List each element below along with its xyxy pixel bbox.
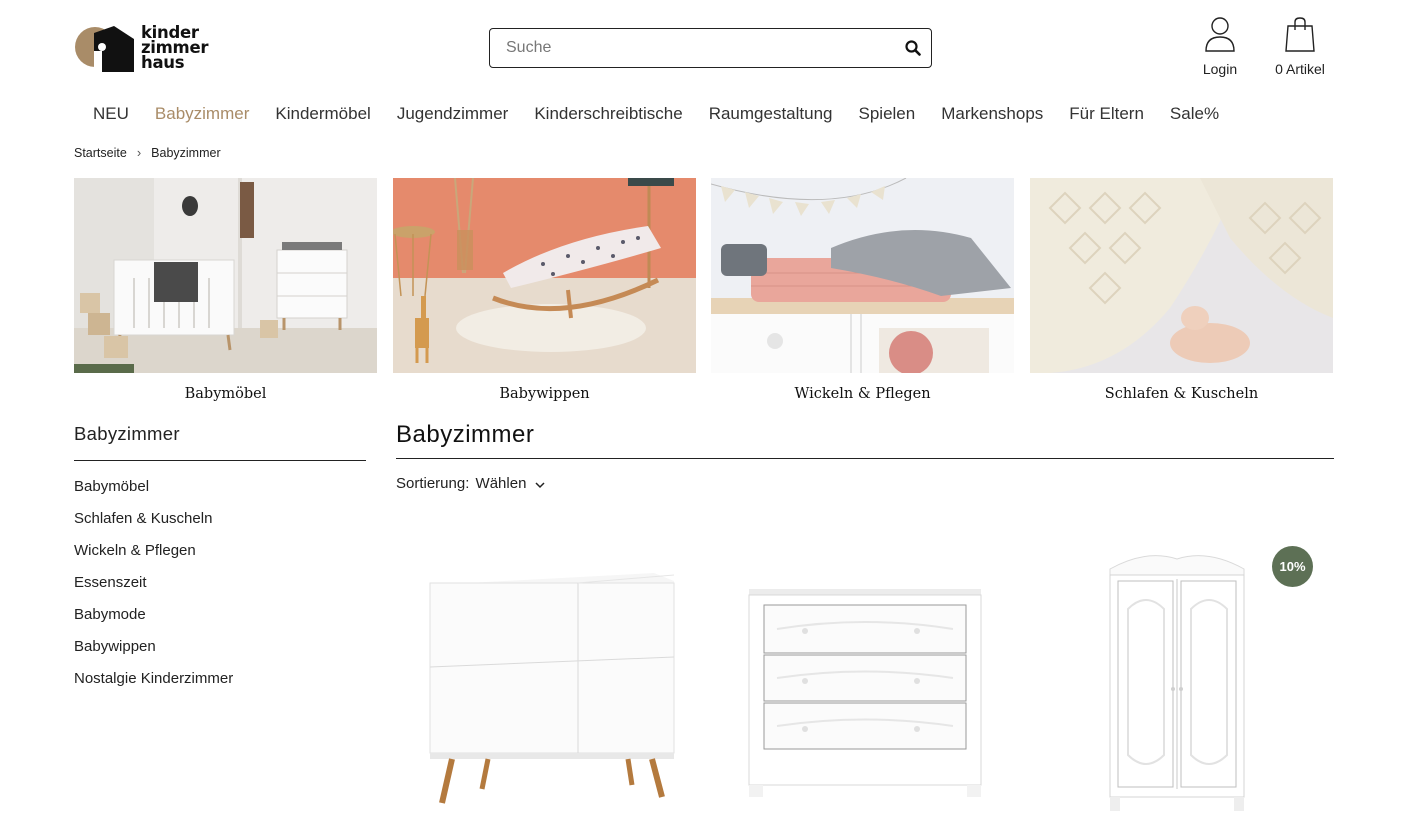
- login-label: Login: [1202, 61, 1238, 77]
- sort-dropdown[interactable]: Sortierung: Wählen: [396, 475, 545, 493]
- search-input[interactable]: [504, 38, 888, 58]
- product-image: [1109, 555, 1245, 811]
- shopping-bag-icon: [1285, 17, 1315, 52]
- title-divider: [396, 458, 1334, 459]
- product-image: [748, 589, 982, 797]
- logo-house-icon: [75, 26, 134, 72]
- user-icon: [1205, 17, 1235, 52]
- category-image-babymoebel: [74, 178, 377, 373]
- product-card-sideboard[interactable]: [408, 545, 688, 825]
- chevron-right-icon: ›: [136, 145, 142, 160]
- nav-item-spielen[interactable]: Spielen: [859, 104, 916, 124]
- sidebar-item-wickeln-pflegen[interactable]: Wickeln & Pflegen: [74, 541, 233, 573]
- product-card-dresser[interactable]: [727, 545, 1007, 825]
- sidebar-category-list: Babymöbel Schlafen & Kuscheln Wickeln & …: [74, 477, 233, 701]
- search-icon[interactable]: [905, 40, 921, 61]
- main-navigation: NEU Babyzimmer Kindermöbel Jugendzimmer …: [93, 104, 1245, 124]
- nav-item-markenshops[interactable]: Markenshops: [941, 104, 1043, 124]
- nav-item-jugendzimmer[interactable]: Jugendzimmer: [397, 104, 509, 124]
- page-title: Babyzimmer: [396, 421, 535, 448]
- category-tile-schlafen-kuscheln[interactable]: Schlafen & Kuscheln: [1030, 178, 1333, 402]
- category-image-schlafen-kuscheln: [1030, 178, 1333, 373]
- cart-label: 0 Artikel: [1275, 61, 1325, 77]
- breadcrumb-home[interactable]: Startseite: [74, 146, 127, 160]
- cart-button[interactable]: 0 Artikel: [1268, 16, 1332, 77]
- discount-badge: 10%: [1272, 546, 1313, 587]
- category-tile-wickeln-pflegen[interactable]: Wickeln & Pflegen: [711, 178, 1014, 402]
- sidebar-item-babywippen[interactable]: Babywippen: [74, 637, 233, 669]
- nav-item-fuer-eltern[interactable]: Für Eltern: [1069, 104, 1144, 124]
- breadcrumb-current: Babyzimmer: [151, 145, 221, 160]
- nav-item-babyzimmer[interactable]: Babyzimmer: [155, 104, 249, 124]
- breadcrumb: Startseite › Babyzimmer: [74, 145, 221, 160]
- category-caption: Babymöbel: [184, 386, 267, 402]
- sidebar-item-essenszeit[interactable]: Essenszeit: [74, 573, 233, 605]
- sidebar-item-schlafen-kuscheln[interactable]: Schlafen & Kuscheln: [74, 509, 233, 541]
- chevron-down-icon: [535, 476, 545, 493]
- category-image-babywippen: [393, 178, 696, 373]
- product-image: [429, 573, 675, 804]
- category-caption: Babywippen: [499, 386, 590, 402]
- sidebar-item-babymode[interactable]: Babymode: [74, 605, 233, 637]
- sort-value: Wählen: [475, 475, 527, 492]
- logo-wordmark: kinder zimmer haus: [141, 24, 208, 72]
- category-caption: Schlafen & Kuscheln: [1104, 386, 1259, 402]
- category-image-wickeln-pflegen: [711, 178, 1014, 373]
- sidebar-title: Babyzimmer: [74, 423, 180, 444]
- nav-item-neu[interactable]: NEU: [93, 104, 129, 124]
- logo-line-3: haus: [141, 53, 185, 72]
- nav-item-raumgestaltung[interactable]: Raumgestaltung: [709, 104, 833, 124]
- nav-item-kinderschreibtische[interactable]: Kinderschreibtische: [534, 104, 682, 124]
- category-caption: Wickeln & Pflegen: [794, 386, 931, 402]
- sort-label: Sortierung:: [396, 475, 470, 492]
- category-tile-babymoebel[interactable]: Babymöbel: [74, 178, 377, 402]
- login-button[interactable]: Login: [1198, 16, 1242, 77]
- category-tile-babywippen[interactable]: Babywippen: [393, 178, 696, 402]
- sidebar-item-nostalgie-kinderzimmer[interactable]: Nostalgie Kinderzimmer: [74, 669, 233, 701]
- sidebar-item-babymoebel[interactable]: Babymöbel: [74, 477, 233, 509]
- site-logo[interactable]: kinder zimmer haus: [74, 24, 214, 75]
- nav-item-sale[interactable]: Sale%: [1170, 104, 1219, 124]
- nav-item-kindermoebel[interactable]: Kindermöbel: [275, 104, 370, 124]
- search-box: [489, 28, 932, 68]
- product-card-wardrobe[interactable]: [1046, 545, 1326, 825]
- sidebar-divider: [74, 460, 366, 461]
